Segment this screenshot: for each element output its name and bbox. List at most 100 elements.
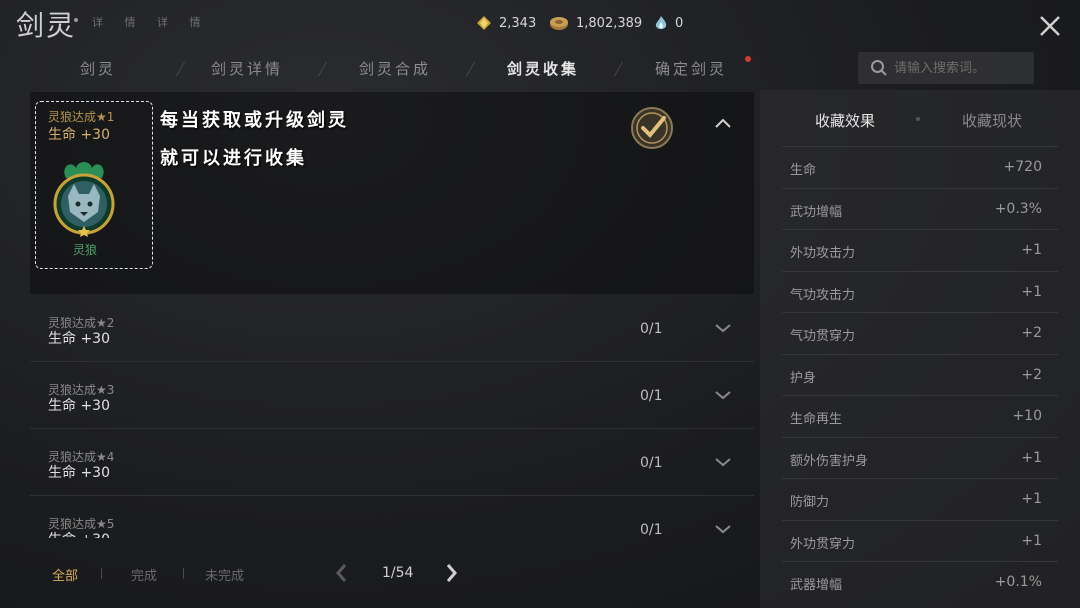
app-subtitle: 详 情 详 情 xyxy=(92,16,210,29)
stat-row: 外功攻击力 +1 xyxy=(782,229,1058,271)
tab-confirm-spirit[interactable]: 确定剑灵 xyxy=(655,58,727,79)
stat-name: 生命再生 xyxy=(790,412,843,427)
item-progress: 0/1 xyxy=(640,321,663,337)
soul-flame-icon xyxy=(655,16,667,29)
item-progress: 0/1 xyxy=(640,522,663,538)
stat-row: 生命再生 +10 xyxy=(782,395,1058,437)
coin-amount: 1,802,389 xyxy=(576,15,643,31)
chevron-down-icon[interactable] xyxy=(714,323,732,333)
spirit-wolf-card[interactable] xyxy=(46,158,122,242)
filter-separator xyxy=(183,568,184,579)
tab-sword-spirit[interactable]: 剑灵 xyxy=(80,58,116,79)
currency-gem: 2,343 xyxy=(476,15,536,31)
item-effect: 生命 +30 xyxy=(48,127,110,143)
item-effect: 生命 +30 xyxy=(48,529,110,538)
title-dot xyxy=(74,18,78,22)
stat-name: 气功贯穿力 xyxy=(790,329,856,344)
tab-separator xyxy=(175,62,186,76)
item-effect: 生命 +30 xyxy=(48,398,110,414)
notification-dot xyxy=(745,56,751,62)
tutorial-hint-line-2: 就可以进行收集 xyxy=(160,148,307,169)
stat-row: 武功增幅 +0.3% xyxy=(782,187,1058,230)
panel-tab-separator xyxy=(916,117,920,121)
collection-list: 灵狼达成★1 生命 +30 灵狼 每当获取或升级剑灵 就可以进行收集 灵狼达成★… xyxy=(30,92,754,538)
stat-value: +1 xyxy=(1021,491,1042,507)
stat-name: 防御力 xyxy=(790,495,830,510)
chevron-down-icon[interactable] xyxy=(714,390,732,400)
stat-row: 护身 +2 xyxy=(782,353,1058,396)
item-progress: 0/1 xyxy=(640,388,663,404)
stat-value: +1 xyxy=(1021,283,1042,300)
list-item[interactable]: 灵狼达成★4 生命 +30 0/1 xyxy=(30,429,754,496)
currency-soul: 0 xyxy=(654,15,683,32)
search-box[interactable] xyxy=(858,52,1034,84)
tutorial-hint-line-1: 每当获取或升级剑灵 xyxy=(160,110,349,131)
stat-row: 气功贯穿力 +2 xyxy=(782,312,1058,354)
page-indicator: 1/54 xyxy=(382,565,414,581)
soul-amount: 0 xyxy=(675,16,684,31)
completed-badge xyxy=(628,104,676,152)
stat-name: 气功攻击力 xyxy=(790,287,856,303)
stat-row: 外功贯穿力 +1 xyxy=(782,519,1058,562)
collection-effects-panel: 收藏效果 收藏现状 生命 +720 武功增幅 +0.3% 外功攻击力 +1 气功攻击力… xyxy=(760,90,1080,608)
tab-spirit-synthesis[interactable]: 剑灵合成 xyxy=(359,58,431,79)
stat-value: +1 xyxy=(1021,449,1042,466)
stat-name: 护身 xyxy=(790,370,817,386)
filter-completed[interactable]: 完成 xyxy=(131,565,157,584)
stat-value: +10 xyxy=(1012,408,1042,424)
tab-separator xyxy=(317,62,328,76)
prev-page-icon[interactable] xyxy=(334,562,348,584)
spirit-wolf-emblem-icon xyxy=(53,162,115,237)
stat-row: 生命 +720 xyxy=(782,146,1058,188)
stat-value: +2 xyxy=(1021,325,1042,341)
stat-row: 额外伤害护身 +1 xyxy=(782,436,1058,479)
close-icon xyxy=(1040,16,1060,36)
chevron-up-icon[interactable] xyxy=(714,118,732,128)
stat-value: +720 xyxy=(1003,159,1042,175)
spirit-card-name: 灵狼 xyxy=(72,243,97,257)
stat-name: 外功攻击力 xyxy=(790,246,856,261)
stat-row: 武器增幅 +0.1% xyxy=(782,561,1058,603)
coin-icon xyxy=(550,17,568,30)
stat-name: 武功增幅 xyxy=(790,204,843,220)
close-button[interactable] xyxy=(1036,12,1064,40)
list-footer: 全部 完成 未完成 1/54 xyxy=(0,540,760,608)
filter-separator xyxy=(101,568,102,579)
search-input[interactable] xyxy=(894,60,1024,76)
item-title: 灵狼达成★1 xyxy=(48,110,115,124)
tab-spirit-details[interactable]: 剑灵详情 xyxy=(211,58,283,79)
top-bar: 剑灵 详 情 详 情 2,343 1,802,389 0 xyxy=(0,0,1080,48)
list-item[interactable]: 灵狼达成★2 生命 +30 0/1 xyxy=(30,295,754,362)
item-effect: 生命 +30 xyxy=(48,465,110,481)
stat-row: 气功攻击力 +1 xyxy=(782,270,1058,313)
filter-incomplete[interactable]: 未完成 xyxy=(205,565,244,584)
stat-row: 防御力 +1 xyxy=(782,478,1058,520)
filter-all[interactable]: 全部 xyxy=(52,565,78,584)
chevron-down-icon[interactable] xyxy=(714,457,732,467)
item-progress: 0/1 xyxy=(640,455,663,471)
gem-icon xyxy=(477,16,491,30)
stat-value: +1 xyxy=(1021,532,1042,549)
app-root: 剑灵 详 情 详 情 2,343 1,802,389 0 剑灵 剑灵详情 剑灵合… xyxy=(0,0,1080,608)
search-icon xyxy=(871,60,887,76)
stat-name: 生命 xyxy=(790,163,817,178)
gem-amount: 2,343 xyxy=(499,15,537,31)
list-item[interactable]: 灵狼达成★5 生命 +30 0/1 xyxy=(30,496,754,538)
next-page-icon[interactable] xyxy=(445,562,459,584)
tab-collection-effect[interactable]: 收藏效果 xyxy=(815,110,875,131)
list-item-expanded[interactable]: 灵狼达成★1 生命 +30 灵狼 每当获取或升级剑灵 就可以进行收集 xyxy=(30,92,754,294)
stat-name: 额外伤害护身 xyxy=(790,453,869,469)
tab-separator xyxy=(613,62,624,76)
stat-value: +0.1% xyxy=(994,574,1042,590)
tab-spirit-collection[interactable]: 剑灵收集 xyxy=(507,58,579,79)
tab-separator xyxy=(465,62,476,76)
stat-value: +2 xyxy=(1021,366,1042,383)
stat-name: 外功贯穿力 xyxy=(790,536,856,552)
item-effect: 生命 +30 xyxy=(48,331,110,347)
list-item[interactable]: 灵狼达成★3 生命 +30 0/1 xyxy=(30,362,754,429)
stat-value: +0.3% xyxy=(994,200,1042,217)
tab-collection-status[interactable]: 收藏现状 xyxy=(962,110,1022,131)
stat-name: 武器增幅 xyxy=(790,578,843,593)
chevron-down-icon[interactable] xyxy=(714,524,732,534)
check-seal-icon xyxy=(631,107,673,149)
